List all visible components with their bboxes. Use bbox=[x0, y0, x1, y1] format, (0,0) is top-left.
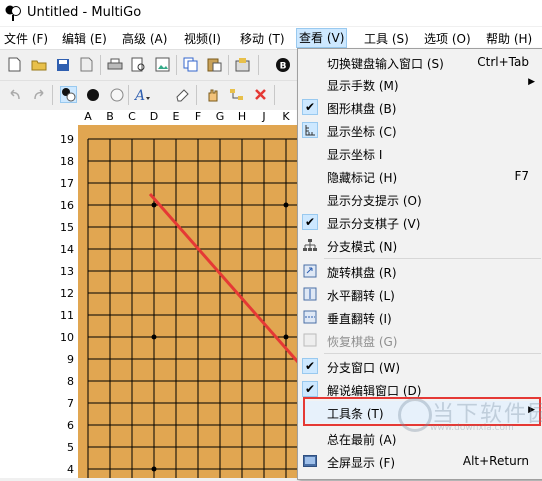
watermark-logo-icon bbox=[398, 398, 432, 432]
check-icon: ✔ bbox=[302, 214, 318, 230]
menu-item-rotate-board[interactable]: 旋转棋盘 (R) bbox=[298, 260, 541, 282]
flip-vertical-icon bbox=[302, 309, 318, 325]
tree-icon bbox=[302, 237, 318, 253]
menu-item-show-coordinates-i[interactable]: 显示坐标 I bbox=[298, 142, 541, 164]
menu-item-restore-board: 恢复棋盘 (G) bbox=[298, 329, 541, 351]
menu-item-hide-marks[interactable]: 隐藏标记 (H) F7 bbox=[298, 165, 541, 187]
coordinate-icon bbox=[302, 122, 318, 138]
rotate-icon bbox=[302, 263, 318, 279]
watermark-url: www.downxia.com bbox=[430, 423, 514, 433]
check-icon: ✔ bbox=[302, 99, 318, 115]
menu-separator bbox=[324, 353, 541, 354]
menu-item-show-coordinates[interactable]: 显示坐标 (C) bbox=[298, 119, 541, 141]
submenu-arrow-icon: ▶ bbox=[528, 77, 535, 87]
menu-separator bbox=[324, 258, 541, 259]
menu-item-fullscreen[interactable]: 全屏显示 (F) Alt+Return bbox=[298, 450, 541, 472]
menu-item-show-branch-hints[interactable]: 显示分支提示 (O) bbox=[298, 188, 541, 210]
flip-horizontal-icon bbox=[302, 286, 318, 302]
menu-item-graphic-board[interactable]: ✔ 图形棋盘 (B) bbox=[298, 96, 541, 118]
menu-item-show-branch-stones[interactable]: ✔ 显示分支棋子 (V) bbox=[298, 211, 541, 233]
fullscreen-icon bbox=[302, 453, 318, 469]
menu-item-branch-mode[interactable]: 分支模式 (N) bbox=[298, 234, 541, 256]
check-icon: ✔ bbox=[302, 358, 318, 374]
menu-item-flip-vertical[interactable]: 垂直翻转 (I) bbox=[298, 306, 541, 328]
check-icon: ✔ bbox=[302, 381, 318, 397]
menu-item-flip-horizontal[interactable]: 水平翻转 (L) bbox=[298, 283, 541, 305]
restore-icon bbox=[302, 332, 318, 348]
menu-item-toggle-keyboard-input[interactable]: 切换键盘输入窗口 (S) Ctrl+Tab bbox=[298, 51, 541, 73]
menu-item-branch-window[interactable]: ✔ 分支窗口 (W) bbox=[298, 355, 541, 377]
menu-item-show-move-numbers[interactable]: 显示手数 (M) ▶ bbox=[298, 73, 541, 95]
